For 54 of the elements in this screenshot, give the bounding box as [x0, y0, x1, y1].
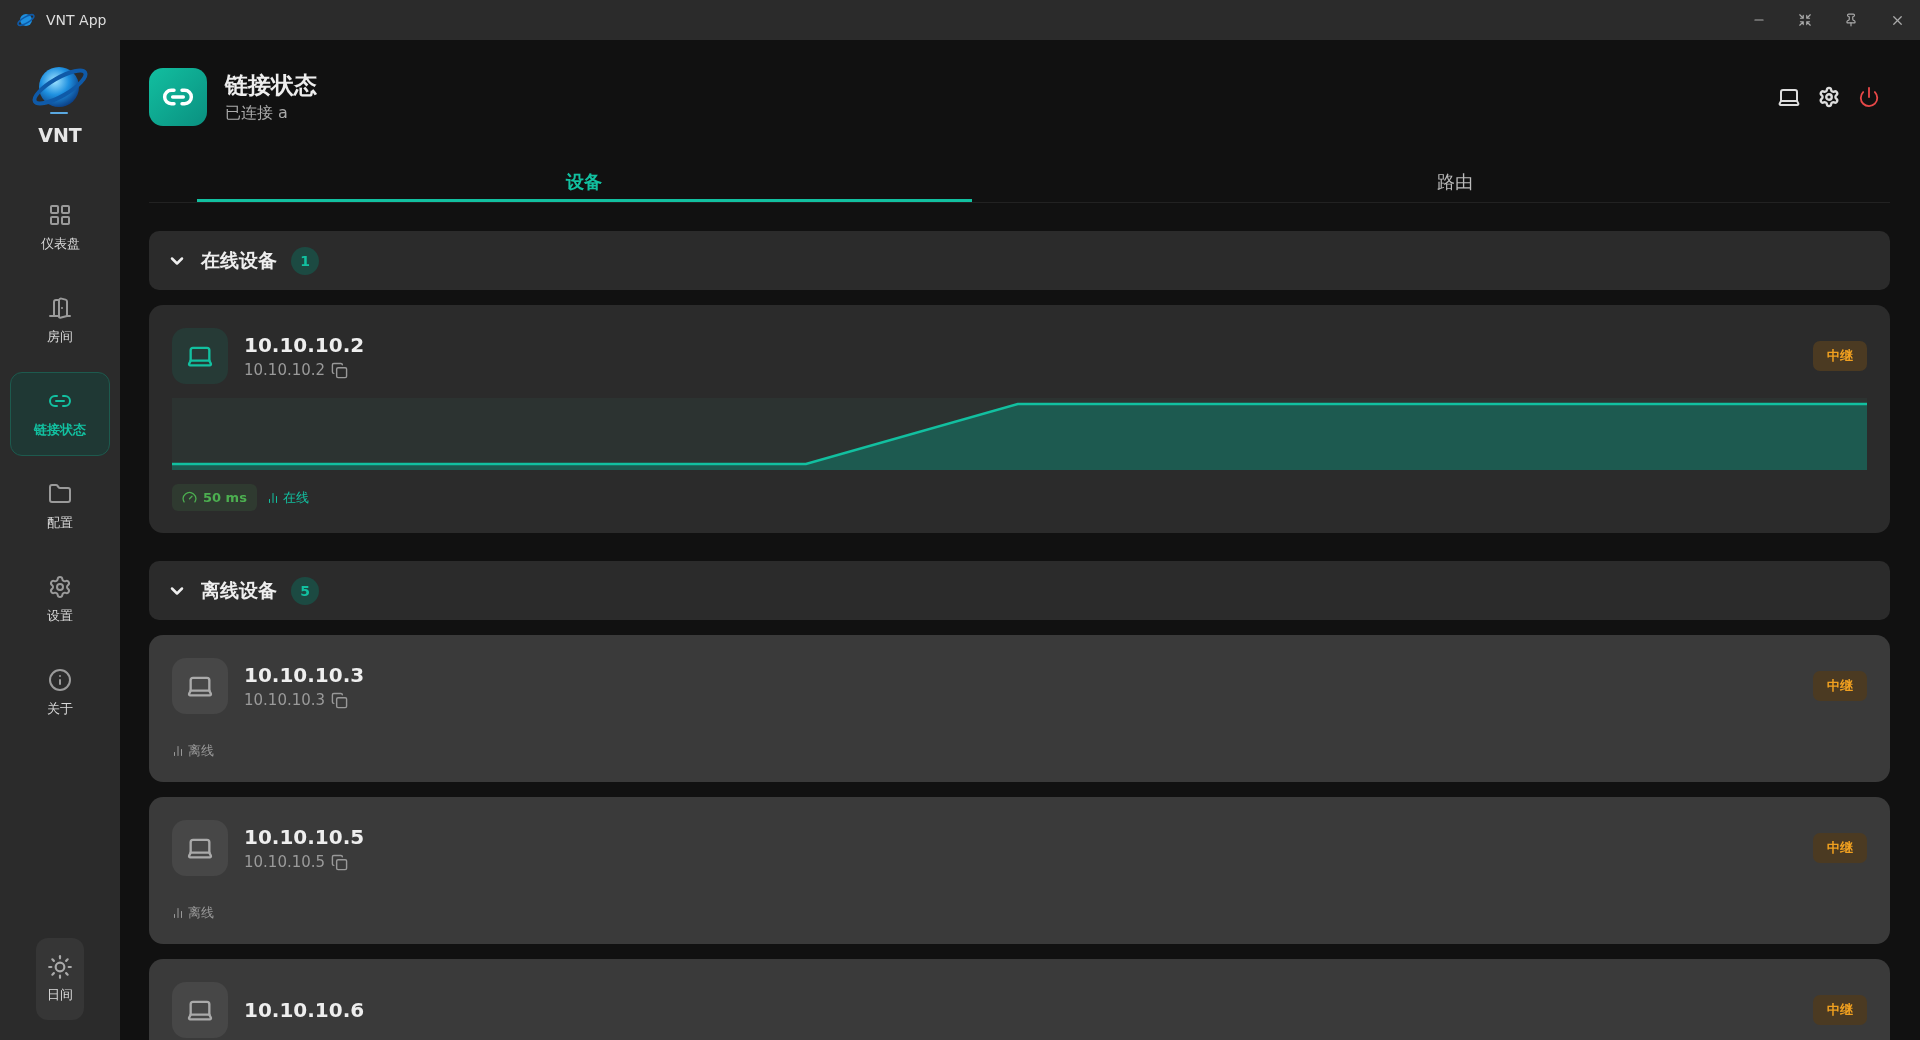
folder-icon	[48, 482, 72, 506]
page-title: 链接状态	[225, 71, 317, 100]
copy-icon[interactable]	[331, 691, 349, 709]
status-label: 离线	[172, 904, 214, 922]
nav-item[interactable]: 房间	[10, 279, 110, 363]
device-ip: 10.10.10.3	[244, 691, 326, 709]
laptop-icon	[172, 982, 228, 1038]
app-logo	[16, 11, 36, 29]
laptop-icon	[172, 658, 228, 714]
section-header[interactable]: 在线设备 1	[149, 231, 1890, 290]
laptop-icon	[172, 820, 228, 876]
section-title: 在线设备	[201, 247, 277, 273]
nav-item[interactable]: 配置	[10, 465, 110, 549]
relay-badge: 中继	[1813, 833, 1867, 863]
signal-icon	[266, 491, 279, 504]
section-header[interactable]: 离线设备 5	[149, 561, 1890, 620]
laptop-icon	[172, 328, 228, 384]
relay-badge: 中继	[1813, 995, 1867, 1025]
shrink-icon[interactable]	[1798, 13, 1812, 27]
tab[interactable]: 设备	[197, 164, 972, 202]
nav-item[interactable]: 设置	[10, 558, 110, 642]
device-name: 10.10.10.5	[244, 825, 365, 849]
nav-item[interactable]: 链接状态	[10, 372, 110, 456]
info-icon	[48, 668, 72, 692]
link-icon	[149, 68, 207, 126]
section-title: 离线设备	[201, 577, 277, 603]
copy-icon[interactable]	[331, 853, 349, 871]
relay-badge: 中继	[1813, 671, 1867, 701]
nav-item[interactable]: 仪表盘	[10, 186, 110, 270]
device-name: 10.10.10.3	[244, 663, 365, 687]
nav-item[interactable]: 关于	[10, 651, 110, 735]
relay-badge: 中继	[1813, 341, 1867, 371]
sun-icon	[47, 954, 73, 980]
device-name: 10.10.10.2	[244, 333, 365, 357]
copy-icon[interactable]	[331, 361, 349, 379]
device-ip: 10.10.10.5	[244, 853, 326, 871]
brand-name: VNT	[38, 124, 82, 146]
tab[interactable]: 路由	[1067, 164, 1842, 202]
page-subtitle: 已连接 a	[225, 103, 289, 124]
window-title: VNT App	[46, 12, 107, 28]
pin-icon[interactable]	[1844, 13, 1858, 27]
door-icon	[48, 296, 72, 320]
device-ip: 10.10.10.2	[244, 361, 326, 379]
device-name: 10.10.10.6	[244, 998, 365, 1022]
signal-icon	[172, 745, 184, 757]
count-badge: 5	[291, 576, 319, 605]
latency-badge: 50 ms	[172, 484, 257, 511]
signal-icon	[172, 907, 184, 919]
theme-toggle[interactable]: 日间	[36, 938, 84, 1020]
count-badge: 1	[291, 246, 319, 275]
status-label: 在线	[266, 488, 309, 507]
dashboard-icon	[48, 203, 72, 227]
gear-icon	[48, 575, 72, 599]
status-label: 离线	[172, 742, 214, 760]
